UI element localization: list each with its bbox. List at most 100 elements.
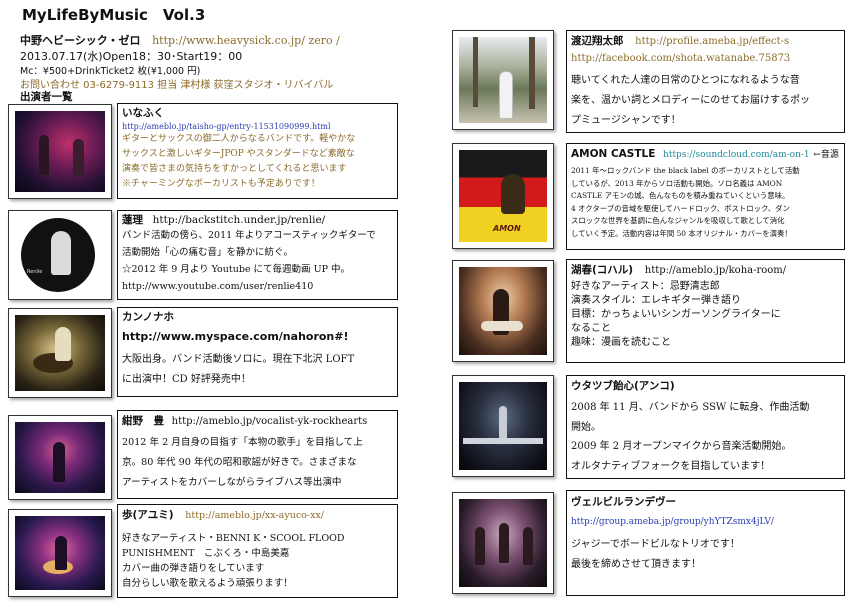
description-line: バンド活動の傍ら、2011 年よりアコースティックギターで — [122, 230, 376, 241]
description-line: 好きなアーティスト・BENNI K・SCOOL FLOOD — [122, 533, 345, 544]
performer-url[interactable]: http://ameblo.jp/koha-room/ — [645, 265, 786, 276]
performer-photo-verbil — [452, 492, 554, 594]
performer-url[interactable]: http://ameblo.jp/xx-ayuco-xx/ — [185, 510, 324, 521]
performer-url[interactable]: http://backstitch.under.jp/renlie/ — [153, 214, 326, 226]
description-line: 好きなアーティスト：忌野清志郎 — [571, 281, 720, 292]
performer-url-facebook[interactable]: http://facebook.com/shota.watanabe.75873 — [571, 53, 790, 64]
description-line: 2009 年 2 月オープンマイクから音楽活動開始。 — [571, 441, 792, 452]
performer-url[interactable]: https://soundcloud.com/am-on-1 — [663, 150, 810, 160]
performer-name: 湖春(コハル) http://ameblo.jp/koha-room/ — [571, 262, 786, 277]
description-line: 4 オクターブの音域を駆使してハードロック、ポストロック、ダン — [571, 203, 790, 213]
description-line: 自分らしい歌を歌えるよう頑張ります！ — [122, 578, 293, 589]
tree-trunk — [473, 37, 478, 107]
url-suffix: ←音源 — [813, 150, 839, 160]
performers-heading: 出演者一覧 — [20, 91, 73, 103]
performer-card-ayumi: 歩(アユミ) http://ameblo.jp/xx-ayuco-xx/ 好きな… — [117, 504, 398, 598]
description-line: 大阪出身。バンド活動後ソロに。現在下北沢 LOFT — [122, 354, 355, 365]
performer-silhouette — [499, 406, 507, 438]
performer-card-renlie: 蓮理 http://backstitch.under.jp/renlie/ バン… — [117, 210, 398, 300]
description-line: 京。80 年代 90 年代の昭和歌謡が好きで。さまざまな — [122, 457, 357, 468]
performer-photo-konno — [8, 415, 112, 500]
performer-photo-watanabe — [452, 30, 554, 130]
performer-name: 蓮理 http://backstitch.under.jp/renlie/ — [122, 212, 325, 227]
performer-description: ジャジーでボードビルなトリオです！ 最後を締めさせて頂きます！ — [571, 535, 843, 575]
description-line: 楽を、温かい詞とメロディーにのせてお届けするポッ — [571, 95, 810, 106]
description-line: しているが、2013 年からソロ活動も開始。ソロ名義は AMON — [571, 178, 783, 188]
performer-url[interactable]: http://ameblo.jp/taisho-gp/entry-1153109… — [122, 122, 331, 131]
description-line: に出演中！CD 好評発売中！ — [122, 374, 251, 385]
performer-card-konno: 紺野 豊 http://ameblo.jp/vocalist-yk-rockhe… — [117, 410, 398, 499]
performer-photo-kannonaho — [8, 308, 112, 398]
venue-line: 中野ヘビーシック・ゼロ http://www.heavysick.co.jp/ … — [20, 32, 340, 48]
description-line: プミュージシャンです！ — [571, 115, 681, 126]
description-line: 活動開始「心の痛む音」を静かに紡ぐ。 — [122, 247, 294, 258]
performer-card-inafuku: いなふく http://ameblo.jp/taisho-gp/entry-11… — [117, 103, 398, 199]
performer-name-text: 紺野 豊 — [122, 415, 164, 427]
description-line: オルタナティブフォークを目指しています！ — [571, 460, 771, 472]
description-line: 聴いてくれた人達の日常のひとつになれるような音 — [571, 75, 800, 86]
description-line: PUNISHMENT こぶくろ・中島美嘉 — [122, 548, 290, 559]
performer-card-anko: ウタツブ飴心(アンコ) 2008 年 11 月、バンドから SSW に転身、作曲… — [566, 375, 845, 479]
performer-name-text: 渡辺翔太郎 — [571, 35, 624, 47]
performer-name-text: 湖春(コハル) — [571, 264, 634, 276]
person-silhouette — [499, 71, 513, 119]
stage-photo — [15, 111, 105, 192]
performer-name: 紺野 豊 http://ameblo.jp/vocalist-yk-rockhe… — [122, 413, 367, 428]
performer-name: AMON CASTLE https://soundcloud.com/am-on… — [571, 147, 839, 160]
performer-url[interactable]: http://group.ameba.jp/group/yhYTZsmx4jLV… — [571, 517, 774, 527]
person-silhouette — [501, 174, 525, 214]
event-date: 2013.07.17(水)Open18：30･Start19：00 — [20, 50, 243, 63]
performer-description: 聴いてくれた人達の日常のひとつになれるような音 楽を、温かい詞とメロディーにのせ… — [571, 71, 843, 131]
performer-name: 歩(アユミ) http://ameblo.jp/xx-ayuco-xx/ — [122, 507, 324, 522]
performer-silhouette — [475, 527, 485, 565]
performer-photo-ayumi — [8, 509, 112, 597]
performer-silhouette — [53, 442, 65, 482]
performer-name: いなふく — [122, 107, 164, 119]
logo-caption: Renlie — [27, 269, 43, 275]
description-line: ※チャーミングなボーカリストも予定ありです！ — [122, 179, 320, 189]
description-line: サックスと激しいギターJPOP やスタンダードなど素敵な — [122, 149, 355, 159]
performer-silhouette — [523, 527, 533, 565]
description-line: カバー曲の弾き語りをしています — [122, 563, 265, 574]
performer-name: カンノナホ — [122, 311, 174, 323]
description-line[interactable]: http://www.youtube.com/user/renlie410 — [122, 278, 396, 295]
description-line: 2008 年 11 月、バンドから SSW に転身、作曲活動 — [571, 402, 810, 413]
description-line: ギターとサックスの御二人からなるバンドです。軽やかな — [122, 134, 356, 144]
performer-description: 大阪出身。バンド活動後ソロに。現在下北沢 LOFT に出演中！CD 好評発売中！ — [122, 350, 396, 390]
performer-url[interactable]: http://profile.ameba.jp/effect-s — [635, 36, 789, 47]
performer-url[interactable]: http://ameblo.jp/vocalist-yk-rockhearts — [172, 416, 368, 427]
description-line: なること — [571, 323, 611, 334]
venue-name: 中野ヘビーシック・ゼロ — [20, 34, 141, 47]
performer-url[interactable]: http://www.myspace.com/nahoron#! — [122, 330, 349, 343]
performer-name-text: 蓮理 — [122, 214, 143, 226]
performer-name: ウタツブ飴心(アンコ) — [571, 380, 675, 392]
performer-description: 好きなアーティスト・BENNI K・SCOOL FLOOD PUNISHMENT… — [122, 531, 396, 591]
performer-photo-amon: AMON — [452, 143, 554, 249]
description-line: 最後を締めさせて頂きます！ — [571, 559, 701, 570]
performer-photo-anko — [452, 375, 554, 477]
description-line: ☆2012 年 9 月より Youtube にて毎週動画 UP 中。 — [122, 264, 350, 275]
guitar-shape — [481, 321, 523, 331]
stage-floor — [463, 438, 543, 444]
performer-name-text: 歩(アユミ) — [122, 509, 174, 521]
description-line: 目標：かっちょいいシンガーソングライターに — [571, 309, 781, 320]
venue-url[interactable]: http://www.heavysick.co.jp/ zero / — [152, 34, 340, 47]
performer-photo-inafuku — [8, 104, 112, 199]
description-line: 演奏で皆さまの気持ちをすかっとしてくれると思います — [122, 164, 347, 174]
description-line: アーティストをカバーしながらライブハス等出演中 — [122, 477, 342, 488]
performer-description: 好きなアーティスト：忌野清志郎 演奏スタイル：エレキギター弾き語り 目標：かっち… — [571, 280, 843, 350]
description-line: スロックな世界を基調に色んなジャンルを吸収して歌として消化 — [571, 216, 785, 225]
description-line: 2011 年～ロックバンド the black label のボーカリストとして… — [571, 166, 800, 175]
description-line: ジャジーでボードビルなトリオです！ — [571, 539, 740, 550]
performer-name: ヴェルビルランデヴー — [571, 496, 676, 508]
performer-description: 2011 年～ロックバンド the black label のボーカリストとして… — [571, 165, 843, 240]
flyer-title: MyLifeByMusic Vol.3 — [22, 6, 206, 24]
performer-card-amon: AMON CASTLE https://soundcloud.com/am-on… — [566, 143, 845, 250]
performer-description: 2008 年 11 月、バンドから SSW に転身、作曲活動 開始。 2009 … — [571, 398, 843, 476]
description-line: していく予定。活動内容は年間 50 本オリジナル・カバーを演奏！ — [571, 228, 792, 238]
performer-photo-renlie: Renlie — [8, 210, 112, 300]
performer-card-watanabe: 渡辺翔太郎 http://profile.ameba.jp/effect-s h… — [566, 30, 845, 133]
tree-trunk — [529, 37, 535, 109]
performer-description: 2012 年 2 月自身の目指す「本物の歌手」を目指して上 京。80 年代 90… — [122, 433, 396, 493]
performer-silhouette — [55, 536, 67, 570]
